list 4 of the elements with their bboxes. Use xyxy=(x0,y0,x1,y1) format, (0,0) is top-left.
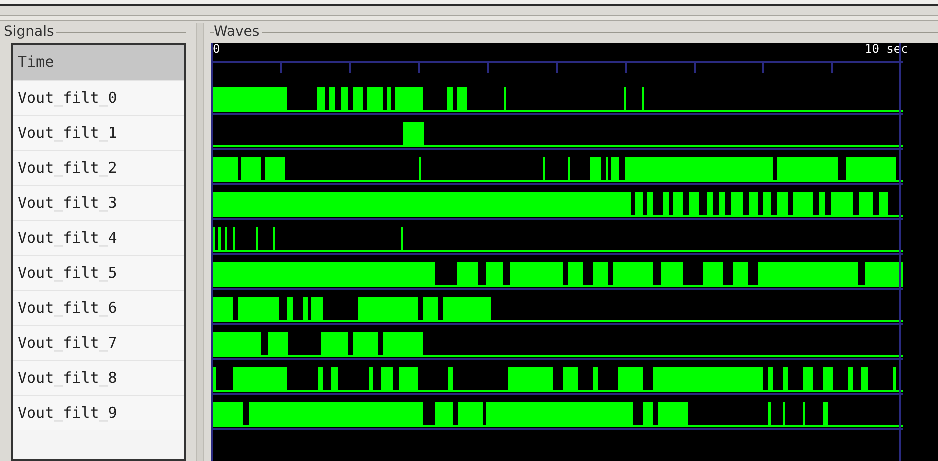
panel-title: Waves xyxy=(214,25,260,39)
panel-title: Signals xyxy=(4,25,54,39)
time-label: 0 xyxy=(213,43,220,55)
list-header: Time xyxy=(13,45,184,80)
